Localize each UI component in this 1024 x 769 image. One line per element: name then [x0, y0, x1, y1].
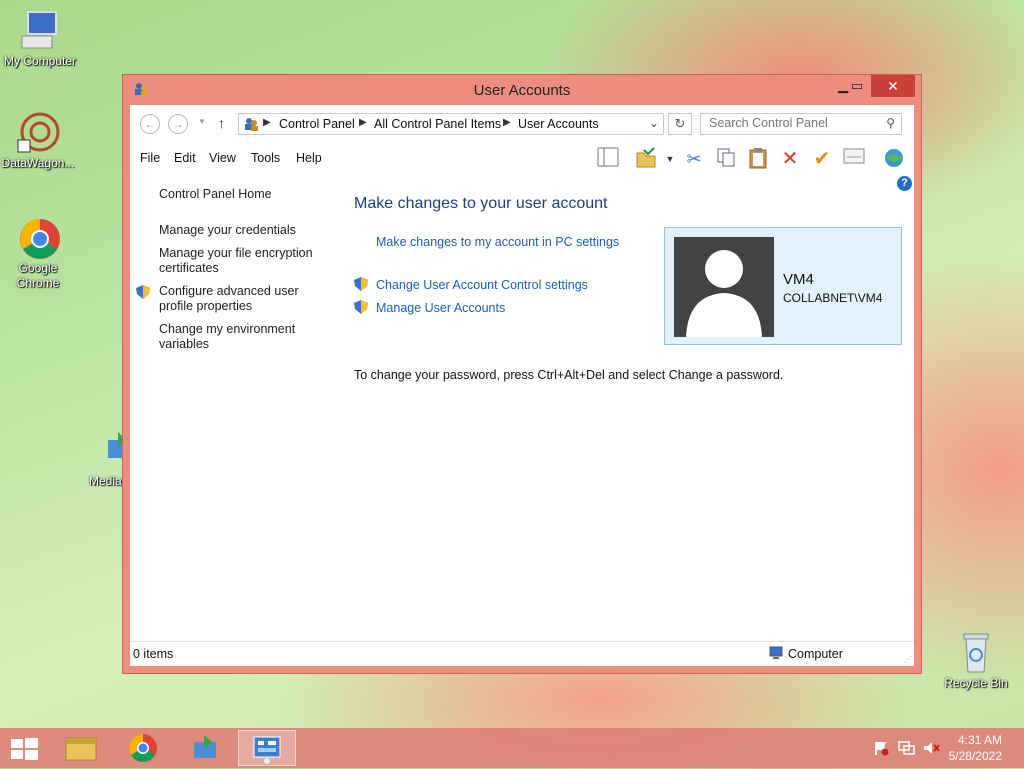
user-accounts-window: User Accounts ▁ ▭ ✕ ← → ▼ ↑ ▶ Control Pa… [122, 74, 922, 674]
delete-icon[interactable]: ✕ [778, 147, 802, 171]
user-domain: COLLABNET\VM4 [783, 291, 883, 305]
taskbar-media[interactable] [176, 730, 234, 766]
chevron-right-icon: ▶ [503, 117, 511, 128]
chrome-icon [16, 215, 60, 259]
user-name: VM4 [783, 271, 814, 288]
search-box[interactable]: ⚲ [700, 113, 902, 135]
help-icon[interactable]: ? [897, 176, 912, 191]
link-pc-settings[interactable]: Make changes to my account in PC setting… [376, 235, 619, 249]
desktop-icon-chrome[interactable]: Google Chrome [0, 215, 78, 291]
user-card: VM4 COLLABNET\VM4 [664, 227, 902, 345]
checkmark-icon[interactable]: ✔ [810, 147, 834, 171]
chevron-right-icon: ▶ [359, 117, 367, 128]
menu-file[interactable]: File [140, 151, 160, 165]
clock-date: 5/28/2022 [948, 749, 1002, 763]
maximize-button[interactable]: ▭ [843, 75, 871, 97]
layout-icon[interactable] [596, 147, 620, 171]
link-environment-variables[interactable]: Change my environment variables [159, 322, 309, 352]
paste-icon[interactable] [746, 147, 770, 171]
desktop-icon-label: DataWagon... [1, 156, 75, 170]
breadcrumb-all-items[interactable]: All Control Panel Items [374, 117, 501, 131]
menu-help[interactable]: Help [296, 151, 322, 165]
dropdown-icon[interactable]: ▼ [658, 147, 682, 171]
globe-icon[interactable] [882, 147, 906, 171]
copy-icon[interactable] [714, 147, 738, 171]
system-clock[interactable]: 4:31 AM 5/28/2022 [949, 732, 1002, 764]
recycle-bin-icon [954, 630, 998, 674]
taskbar-control-panel[interactable] [238, 730, 296, 766]
taskbar-file-explorer[interactable] [52, 730, 110, 766]
menu-view[interactable]: View [209, 151, 236, 165]
breadcrumb-control-panel[interactable]: Control Panel [279, 117, 355, 131]
status-item-count: 0 items [133, 647, 174, 661]
address-history-dropdown-icon[interactable]: ⌄ [649, 116, 659, 130]
password-note: To change your password, press Ctrl+Alt+… [354, 368, 784, 382]
desktop-icon-label: Google Chrome [16, 261, 60, 290]
flag-icon[interactable] [873, 740, 889, 759]
desktop-icon-label: Recycle Bin [944, 676, 1008, 690]
breadcrumb-user-accounts[interactable]: User Accounts [518, 117, 599, 131]
shield-icon [136, 285, 150, 299]
refresh-button[interactable]: ↻ [668, 113, 692, 135]
menu-tools[interactable]: Tools [251, 151, 280, 165]
up-button[interactable]: ↑ [218, 115, 225, 131]
status-location: Computer [788, 647, 843, 661]
close-button[interactable]: ✕ [871, 75, 915, 97]
media-icon [194, 735, 216, 758]
window-title: User Accounts [473, 82, 571, 99]
computer-icon [18, 8, 62, 52]
search-input[interactable] [701, 114, 879, 132]
file-explorer-icon [65, 737, 97, 761]
link-uac-settings[interactable]: Change User Account Control settings [376, 278, 588, 292]
page-title: Make changes to your user account [354, 195, 608, 212]
network-icon[interactable] [898, 740, 916, 759]
desktop-icon-datawagon[interactable]: DataWagon... [0, 110, 78, 171]
link-file-encryption-certificates[interactable]: Manage your file encryption certificates [159, 246, 319, 276]
link-control-panel-home[interactable]: Control Panel Home [159, 187, 272, 202]
shield-icon [354, 277, 368, 291]
link-advanced-profile-properties[interactable]: Configure advanced user profile properti… [159, 284, 309, 314]
clock-time: 4:31 AM [957, 733, 1002, 747]
taskbar: 4:31 AM 5/28/2022 [0, 728, 1024, 768]
start-icon [11, 738, 38, 760]
folder-options-icon[interactable] [634, 147, 658, 171]
avatar [674, 237, 774, 337]
menu-edit[interactable]: Edit [174, 151, 196, 165]
control-panel-icon [243, 116, 259, 135]
address-bar[interactable]: ▶ Control Panel ▶ All Control Panel Item… [238, 113, 664, 135]
window-client-area: ← → ▼ ↑ ▶ Control Panel ▶ All Control Pa… [130, 105, 914, 666]
back-button[interactable]: ← [140, 114, 160, 134]
properties-icon[interactable] [842, 147, 866, 171]
status-bar: 0 items Computer ⋰ [130, 641, 914, 666]
desktop-icon-recycle-bin[interactable]: Recycle Bin [936, 630, 1016, 691]
forward-button[interactable]: → [168, 114, 188, 134]
link-manage-user-accounts[interactable]: Manage User Accounts [376, 301, 505, 315]
menu-toolbar-row: File Edit View Tools Help ▼ ✂ ✕ ✔ [130, 143, 914, 173]
taskbar-chrome[interactable] [114, 730, 172, 766]
desktop-icon-my-computer[interactable]: My Computer [0, 8, 80, 69]
datawagon-icon [16, 110, 60, 154]
shield-icon [354, 300, 368, 314]
link-manage-credentials[interactable]: Manage your credentials [159, 223, 296, 238]
volume-muted-icon[interactable] [922, 740, 940, 759]
recent-locations-dropdown-icon[interactable]: ▼ [198, 117, 206, 126]
address-row: ← → ▼ ↑ ▶ Control Panel ▶ All Control Pa… [130, 105, 914, 143]
chrome-icon [129, 734, 157, 762]
search-icon[interactable]: ⚲ [886, 116, 895, 130]
chevron-right-icon: ▶ [263, 117, 271, 128]
desktop-icon-label: My Computer [3, 54, 77, 68]
title-bar[interactable]: User Accounts ▁ ▭ ✕ [123, 75, 921, 105]
computer-icon [768, 646, 784, 663]
cut-icon[interactable]: ✂ [682, 147, 706, 171]
start-button[interactable] [0, 730, 48, 766]
resize-grip-icon[interactable]: ⋰ [904, 655, 912, 664]
control-panel-icon [253, 736, 281, 764]
